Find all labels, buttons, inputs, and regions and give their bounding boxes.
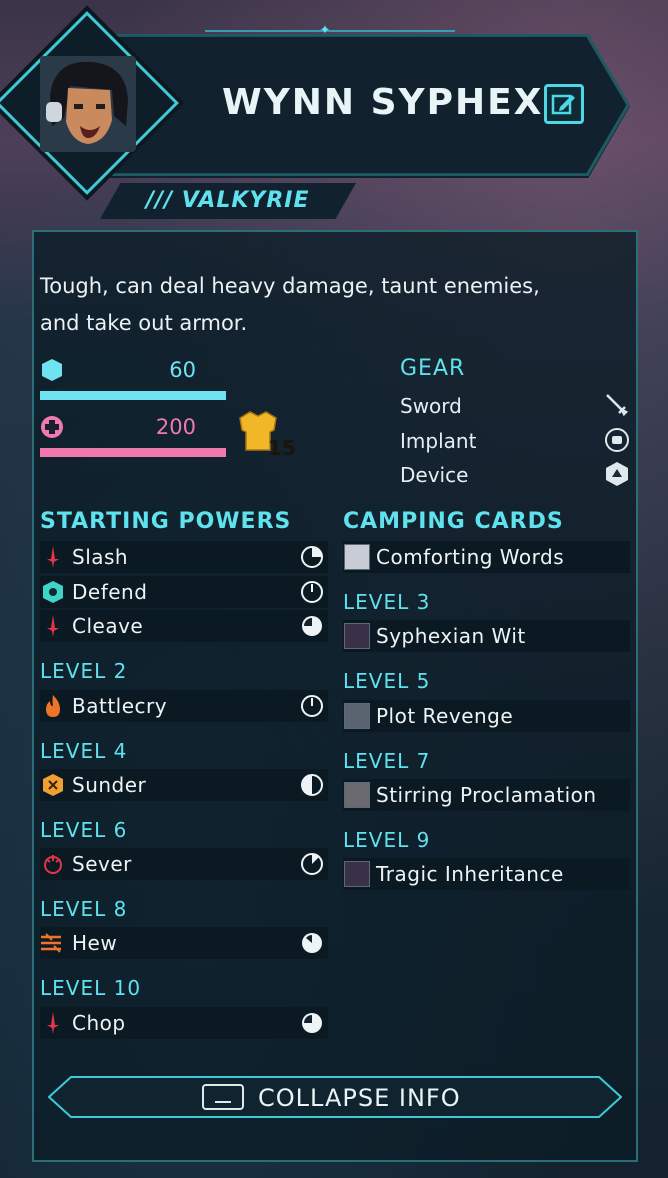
power-label: Sever xyxy=(72,852,132,876)
level-label: LEVEL 4 xyxy=(40,739,128,763)
card-thumbnail xyxy=(344,782,370,808)
power-label: Battlecry xyxy=(72,694,168,718)
cost-clock-icon xyxy=(302,616,322,636)
flame-icon xyxy=(46,695,60,717)
power-label: Chop xyxy=(72,1011,126,1035)
device-icon xyxy=(606,462,628,486)
card-thumbnail xyxy=(344,703,370,729)
level-label: LEVEL 9 xyxy=(343,828,431,852)
edit-name-button[interactable] xyxy=(544,84,584,124)
level-label: LEVEL 7 xyxy=(343,749,431,773)
cost-clock-icon xyxy=(301,774,323,796)
hew-icon xyxy=(41,933,61,953)
cleave-icon xyxy=(47,615,59,637)
health-value: 200 xyxy=(155,415,196,439)
collapse-info-label: COLLAPSE INFO xyxy=(258,1084,461,1112)
sever-icon xyxy=(44,855,62,874)
pencil-icon xyxy=(551,94,575,115)
power-label: Slash xyxy=(72,545,129,569)
gear-item-sword: Sword xyxy=(400,394,462,418)
defend-icon xyxy=(43,581,63,603)
gear-item-implant: Implant xyxy=(400,429,477,453)
level-label: LEVEL 3 xyxy=(343,590,431,614)
camping-cards-title: CAMPING CARDS xyxy=(343,509,564,534)
card-label: Tragic Inheritance xyxy=(376,862,564,886)
cost-clock-icon xyxy=(302,1013,322,1033)
power-label: Hew xyxy=(72,931,118,955)
keyboard-key-icon xyxy=(202,1084,244,1110)
slash-icon xyxy=(47,546,59,568)
health-bar xyxy=(40,448,226,457)
armor-value: 15 xyxy=(268,436,296,460)
health-icon xyxy=(41,416,63,438)
cost-clock-icon xyxy=(301,581,323,603)
chop-icon xyxy=(47,1012,59,1034)
power-label: Sunder xyxy=(72,773,147,797)
card-thumbnail xyxy=(344,861,370,887)
card-thumbnail xyxy=(344,544,370,570)
shield-bar xyxy=(40,391,226,400)
cost-clock-icon xyxy=(301,853,323,875)
power-label: Defend xyxy=(72,580,148,604)
gear-item-device: Device xyxy=(400,463,469,487)
class-label: /// VALKYRIE xyxy=(146,188,310,213)
sunder-icon xyxy=(43,774,63,796)
cost-clock-icon xyxy=(301,695,323,717)
power-label: Cleave xyxy=(72,614,144,638)
card-label: Stirring Proclamation xyxy=(376,783,597,807)
card-thumbnail xyxy=(344,623,370,649)
card-label: Comforting Words xyxy=(376,545,565,569)
cost-clock-icon xyxy=(302,933,322,953)
character-portrait xyxy=(40,56,136,152)
implant-icon xyxy=(605,428,629,452)
shield-value: 60 xyxy=(169,358,196,382)
card-label: Syphexian Wit xyxy=(376,624,526,648)
card-label: Plot Revenge xyxy=(376,704,514,728)
level-label: LEVEL 2 xyxy=(40,659,128,683)
sword-icon xyxy=(606,394,629,417)
shield-icon xyxy=(42,359,62,381)
level-label: LEVEL 10 xyxy=(40,976,142,1000)
starting-powers-title: STARTING POWERS xyxy=(40,509,292,534)
cost-clock-icon xyxy=(301,546,323,568)
level-label: LEVEL 5 xyxy=(343,669,431,693)
level-label: LEVEL 8 xyxy=(40,897,128,921)
gear-title: GEAR xyxy=(400,356,466,381)
character-name: WYNN SYPHEX xyxy=(222,82,544,123)
level-label: LEVEL 6 xyxy=(40,818,128,842)
character-description: Tough, can deal heavy damage, taunt enem… xyxy=(40,274,540,335)
